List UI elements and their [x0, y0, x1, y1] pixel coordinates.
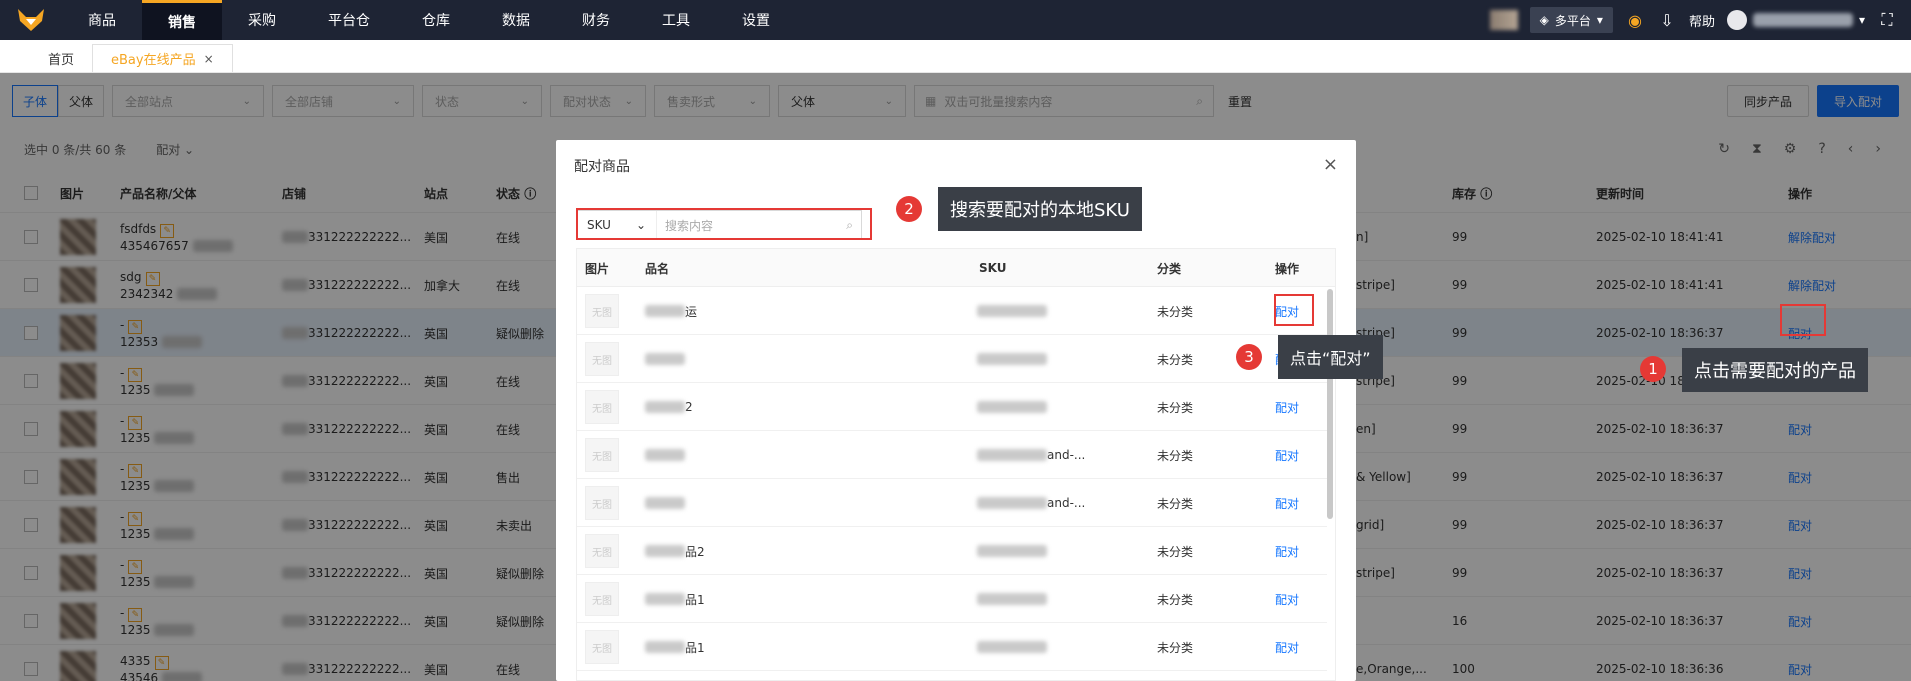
modal-title: 配对商品 [574, 159, 630, 175]
blurred-text [645, 353, 685, 365]
nav-products[interactable]: 商品 [62, 0, 142, 40]
tab-home[interactable]: 首页 [30, 44, 92, 72]
list-item: 无图 品2 未分类 配对 [577, 527, 1327, 575]
item-category: 未分类 [1157, 592, 1194, 607]
blurred-text [977, 401, 1047, 413]
item-category: 未分类 [1157, 640, 1194, 655]
caret-down-icon: ▾ [1858, 13, 1865, 27]
pair-button[interactable]: 配对 [1275, 431, 1299, 479]
item-name: 品2 [685, 544, 705, 559]
list-item: 无图 品1 未分类 配对 [577, 575, 1327, 623]
nav-data[interactable]: 数据 [476, 0, 556, 40]
no-image-placeholder: 无图 [585, 438, 619, 472]
item-category: 未分类 [1157, 448, 1194, 463]
step-1-callout: 点击需要配对的产品 [1682, 348, 1868, 392]
step-3-badge: 3 [1236, 344, 1262, 370]
item-category: 未分类 [1157, 352, 1194, 367]
download-icon[interactable]: ⇩ [1657, 11, 1677, 30]
pair-button[interactable]: 配对 [1275, 575, 1299, 623]
list-item: 无图 2 未分类 配对 [577, 383, 1327, 431]
item-name: 2 [685, 400, 693, 414]
theme-icon[interactable]: ◉ [1625, 11, 1645, 30]
item-sku: and-... [1047, 496, 1086, 510]
item-category: 未分类 [1157, 496, 1194, 511]
no-image-placeholder: 无图 [585, 390, 619, 424]
fox-logo-icon[interactable] [0, 0, 62, 40]
user-avatar [1726, 10, 1747, 30]
item-name: 品1 [685, 592, 705, 607]
caret-down-icon: ▾ [1596, 13, 1603, 27]
annotation-box-search [576, 208, 872, 240]
top-nav: 商品 销售 采购 平台仓 仓库 数据 财务 工具 设置 ◈ 多平台 ▾ ◉ ⇩ … [0, 0, 1911, 40]
blurred-text [977, 497, 1047, 509]
blurred-text [645, 497, 685, 509]
tab-ebay-online-products[interactable]: eBay在线产品 × [92, 44, 233, 72]
blurred-text [645, 305, 685, 317]
no-image-placeholder: 无图 [585, 342, 619, 376]
tab-bar: 首页 eBay在线产品 × [0, 40, 1911, 73]
blurred-text [977, 593, 1047, 605]
list-item: 无图 品1 未分类 配对 [577, 623, 1327, 671]
help-link[interactable]: 帮助 [1689, 11, 1715, 30]
blurred-text [977, 545, 1047, 557]
item-category: 未分类 [1157, 400, 1194, 415]
no-image-placeholder: 无图 [585, 630, 619, 664]
platform-switcher[interactable]: ◈ 多平台 ▾ [1529, 7, 1613, 33]
user-name-blurred [1752, 13, 1853, 27]
list-item: 无图 and-... 未分类 配对 [577, 431, 1327, 479]
step-1-badge: 1 [1640, 356, 1666, 382]
nav-platform-warehouse[interactable]: 平台仓 [302, 0, 396, 40]
blurred-text [977, 353, 1047, 365]
list-item: 无图 and-... 未分类 配对 [577, 479, 1327, 527]
item-sku: and-... [1047, 448, 1086, 462]
item-category: 未分类 [1157, 544, 1194, 559]
blurred-text [645, 401, 685, 413]
blurred-text [977, 449, 1047, 461]
no-image-placeholder: 无图 [585, 582, 619, 616]
item-category: 未分类 [1157, 304, 1194, 319]
step-2-callout: 搜索要配对的本地SKU [938, 187, 1142, 231]
nav-settings[interactable]: 设置 [716, 0, 796, 40]
annotation-box-modal-pair [1274, 294, 1314, 326]
user-menu[interactable]: ▾ [1726, 10, 1865, 30]
blurred-text [977, 641, 1047, 653]
close-icon[interactable]: × [204, 52, 214, 66]
nav-purchase[interactable]: 采购 [222, 0, 302, 40]
pair-button[interactable]: 配对 [1275, 623, 1299, 671]
blurred-avatar [1489, 10, 1518, 30]
modal-scrollbar[interactable] [1327, 289, 1333, 519]
item-name: 品1 [685, 640, 705, 655]
nav-finance[interactable]: 财务 [556, 0, 636, 40]
blurred-text [977, 305, 1047, 317]
blurred-text [645, 593, 685, 605]
layers-icon: ◈ [1539, 13, 1549, 27]
modal-table-header: 图片 品名 SKU 分类 操作 [577, 249, 1335, 287]
no-image-placeholder: 无图 [585, 486, 619, 520]
pair-button[interactable]: 配对 [1275, 383, 1299, 431]
blurred-text [645, 641, 685, 653]
fullscreen-icon[interactable]: ⛶ [1877, 10, 1897, 30]
close-icon[interactable]: × [1323, 154, 1338, 175]
no-image-placeholder: 无图 [585, 294, 619, 328]
list-item: 无图运未分类 配对 [577, 287, 1327, 335]
blurred-text [645, 545, 685, 557]
step-2-badge: 2 [896, 196, 922, 222]
list-item: 无图未分类配对 [577, 335, 1327, 383]
nav-warehouse[interactable]: 仓库 [396, 0, 476, 40]
blurred-text [645, 449, 685, 461]
step-3-callout: 点击“配对” [1278, 335, 1383, 379]
item-name: 运 [685, 304, 698, 319]
no-image-placeholder: 无图 [585, 534, 619, 568]
pair-button[interactable]: 配对 [1275, 479, 1299, 527]
pair-button[interactable]: 配对 [1275, 527, 1299, 575]
nav-tools[interactable]: 工具 [636, 0, 716, 40]
local-sku-table: 图片 品名 SKU 分类 操作 无图运未分类配对无图未分类配对无图2未分类配对无… [576, 248, 1336, 681]
annotation-box-pair-row [1780, 304, 1826, 336]
nav-sales[interactable]: 销售 [142, 0, 222, 40]
